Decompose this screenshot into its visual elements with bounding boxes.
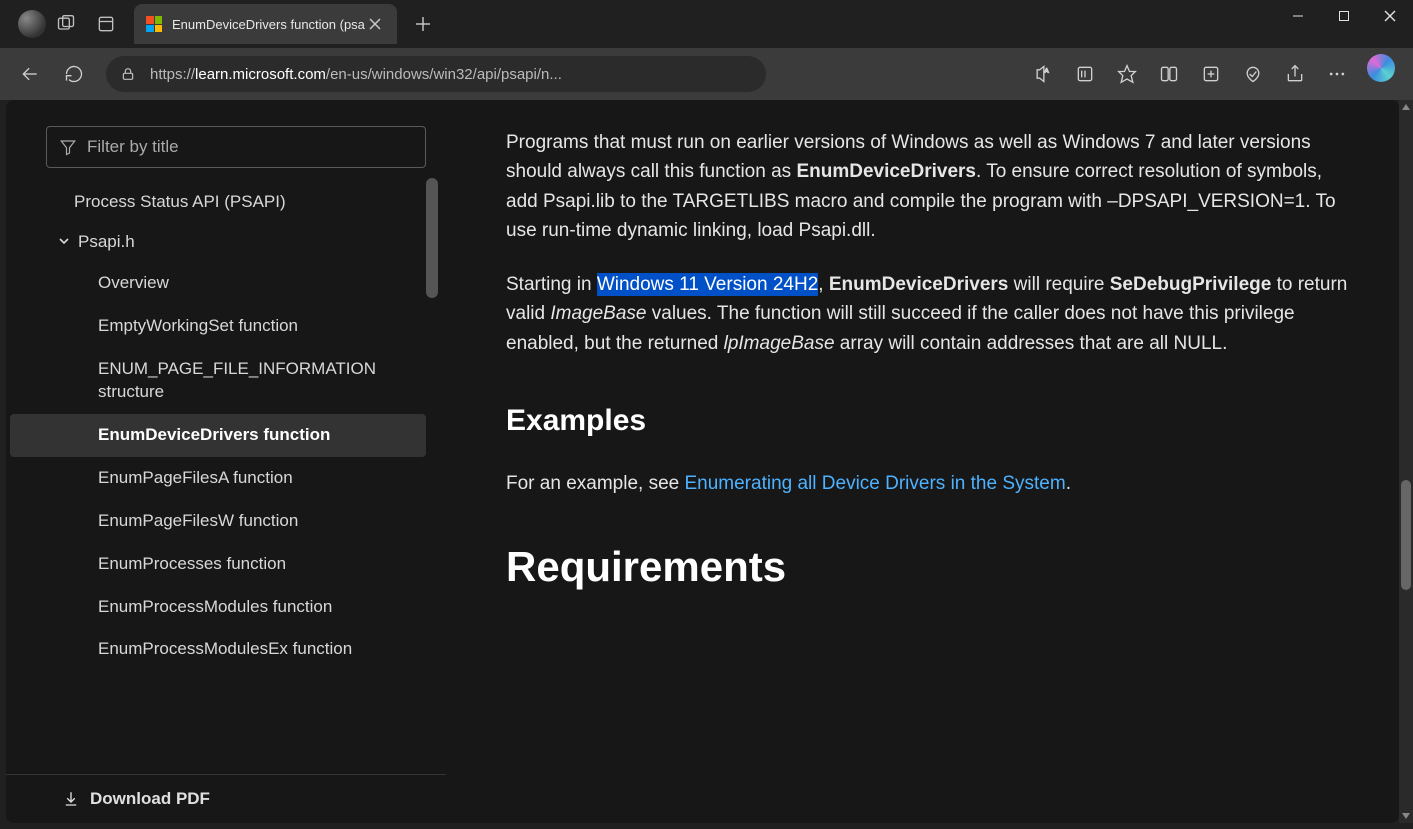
nav-root[interactable]: Process Status API (PSAPI) <box>10 182 426 222</box>
sidebar-scrollbar[interactable] <box>426 178 438 298</box>
nav-parent[interactable]: Psapi.h <box>10 222 426 262</box>
lock-icon <box>120 66 136 82</box>
nav-item-overview[interactable]: Overview <box>10 262 426 305</box>
performance-icon[interactable] <box>1233 54 1273 94</box>
nav-item-enumprocessmodulesex[interactable]: EnumProcessModulesEx function <box>10 628 426 671</box>
immersive-reader-icon[interactable] <box>1065 54 1105 94</box>
profile-avatar[interactable] <box>18 10 46 38</box>
tab-close-button[interactable] <box>365 14 385 34</box>
back-button[interactable] <box>10 54 50 94</box>
nav-item-enumpagefilesw[interactable]: EnumPageFilesW function <box>10 500 426 543</box>
address-bar[interactable]: https://learn.microsoft.com/en-us/window… <box>106 56 766 92</box>
nav-item-enumpagefilesa[interactable]: EnumPageFilesA function <box>10 457 426 500</box>
tab-title: EnumDeviceDrivers function (psa <box>172 17 365 32</box>
svg-text:A: A <box>1045 68 1049 74</box>
scroll-up-arrow[interactable] <box>1399 100 1413 114</box>
page-content: Filter by title Process Status API (PSAP… <box>6 100 1399 823</box>
heading-examples: Examples <box>506 398 1349 445</box>
workspaces-icon[interactable] <box>46 0 86 48</box>
collections-icon[interactable] <box>1191 54 1231 94</box>
download-icon <box>62 790 80 808</box>
doc-sidebar: Filter by title Process Status API (PSAP… <box>6 100 446 823</box>
tab-actions-icon[interactable] <box>86 0 126 48</box>
nav-item-enum-page-file[interactable]: ENUM_PAGE_FILE_INFORMATION structure <box>10 348 426 414</box>
nav-item-enumdevicedrivers[interactable]: EnumDeviceDrivers function <box>10 414 426 457</box>
browser-toolbar: https://learn.microsoft.com/en-us/window… <box>0 48 1413 100</box>
paragraph-example-link: For an example, see Enumerating all Devi… <box>506 469 1349 498</box>
close-button[interactable] <box>1367 0 1413 32</box>
url-text: https://learn.microsoft.com/en-us/window… <box>150 66 562 83</box>
nav-tree[interactable]: Process Status API (PSAPI) Psapi.h Overv… <box>6 182 446 774</box>
nav-item-enumprocessmodules[interactable]: EnumProcessModules function <box>10 586 426 629</box>
heading-requirements: Requirements <box>506 534 1349 599</box>
browser-tab[interactable]: EnumDeviceDrivers function (psa <box>134 4 397 44</box>
example-link[interactable]: Enumerating all Device Drivers in the Sy… <box>684 473 1065 494</box>
filter-input[interactable]: Filter by title <box>46 126 426 168</box>
refresh-button[interactable] <box>54 54 94 94</box>
paragraph-compat: Programs that must run on earlier versio… <box>506 128 1349 246</box>
download-pdf-button[interactable]: Download PDF <box>6 774 446 823</box>
maximize-button[interactable] <box>1321 0 1367 32</box>
more-icon[interactable] <box>1317 54 1357 94</box>
minimize-button[interactable] <box>1275 0 1321 32</box>
share-icon[interactable] <box>1275 54 1315 94</box>
split-screen-icon[interactable] <box>1149 54 1189 94</box>
copilot-icon[interactable] <box>1367 54 1395 82</box>
read-aloud-icon[interactable]: A <box>1023 54 1063 94</box>
new-tab-button[interactable] <box>405 6 441 42</box>
page-scrollbar[interactable] <box>1399 100 1413 823</box>
filter-icon <box>59 138 77 156</box>
nav-item-enumprocesses[interactable]: EnumProcesses function <box>10 543 426 586</box>
nav-item-emptyworkingset[interactable]: EmptyWorkingSet function <box>10 305 426 348</box>
paragraph-privilege: Starting in Windows 11 Version 24H2, Enu… <box>506 270 1349 358</box>
titlebar: EnumDeviceDrivers function (psa <box>0 0 1413 48</box>
filter-placeholder: Filter by title <box>87 137 179 157</box>
favorite-icon[interactable] <box>1107 54 1147 94</box>
ms-favicon <box>146 16 162 32</box>
highlighted-text: Windows 11 Version 24H2 <box>597 273 818 296</box>
window-controls <box>1275 0 1413 32</box>
article-body: Programs that must run on earlier versio… <box>446 100 1399 823</box>
scroll-down-arrow[interactable] <box>1399 809 1413 823</box>
chevron-down-icon <box>58 236 70 248</box>
scroll-thumb[interactable] <box>1401 480 1411 590</box>
